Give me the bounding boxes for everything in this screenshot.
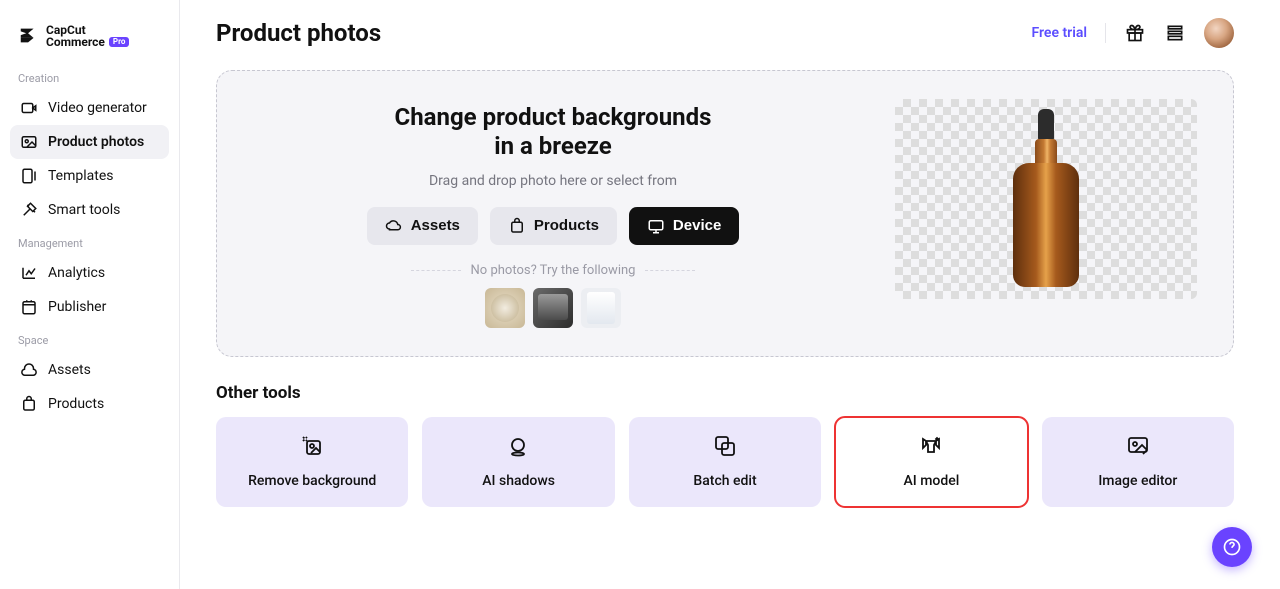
tool-ai-model[interactable]: AI model <box>835 417 1027 507</box>
section-label-creation: Creation <box>10 62 169 91</box>
button-label: Assets <box>411 217 460 234</box>
products-button[interactable]: Products <box>490 207 617 245</box>
device-button[interactable]: Device <box>629 207 739 245</box>
section-label-space: Space <box>10 324 169 353</box>
main: Product photos Free trial Change product… <box>180 0 1280 589</box>
brand-badge: Pro <box>109 37 129 47</box>
stack-icon[interactable] <box>1164 22 1186 44</box>
separator <box>1105 23 1106 43</box>
sidebar-item-publisher[interactable]: Publisher <box>10 290 169 324</box>
hero-subtitle: Drag and drop photo here or select from <box>429 173 677 189</box>
sidebar-item-product-photos[interactable]: Product photos <box>10 125 169 159</box>
ai-shadows-icon <box>506 433 532 459</box>
sidebar-item-assets[interactable]: Assets <box>10 353 169 387</box>
sidebar: CapCut Commerce Pro Creation Video gener… <box>0 0 180 589</box>
try-label: No photos? Try the following <box>471 263 636 278</box>
bottle-illustration <box>1011 109 1081 289</box>
sidebar-item-products[interactable]: Products <box>10 387 169 421</box>
assets-button[interactable]: Assets <box>367 207 478 245</box>
tool-ai-shadows[interactable]: AI shadows <box>422 417 614 507</box>
batch-edit-icon <box>712 433 738 459</box>
tool-label: Batch edit <box>693 473 756 489</box>
tool-batch-edit[interactable]: Batch edit <box>629 417 821 507</box>
header: Product photos Free trial <box>216 18 1234 48</box>
assets-icon <box>20 361 38 379</box>
button-label: Products <box>534 217 599 234</box>
capcut-logo-icon <box>18 25 40 47</box>
sidebar-item-label: Product photos <box>48 134 144 150</box>
button-label: Device <box>673 217 721 234</box>
sidebar-item-label: Products <box>48 396 104 412</box>
bag-icon <box>508 217 526 235</box>
upload-hero[interactable]: Change product backgrounds in a breeze D… <box>216 70 1234 357</box>
sidebar-item-label: Publisher <box>48 299 106 315</box>
section-label-management: Management <box>10 227 169 256</box>
image-editor-icon <box>1125 433 1151 459</box>
free-trial-link[interactable]: Free trial <box>1031 25 1087 41</box>
products-icon <box>20 395 38 413</box>
preview-image <box>895 99 1197 299</box>
ai-model-icon <box>918 433 944 459</box>
templates-icon <box>20 167 38 185</box>
divider <box>645 270 695 271</box>
sidebar-item-label: Video generator <box>48 100 147 116</box>
tool-label: Image editor <box>1098 473 1177 489</box>
cloud-icon <box>385 217 403 235</box>
sidebar-item-label: Templates <box>48 168 114 184</box>
sidebar-item-label: Smart tools <box>48 202 120 218</box>
analytics-icon <box>20 264 38 282</box>
sample-laptop[interactable] <box>533 288 573 328</box>
tool-image-editor[interactable]: Image editor <box>1042 417 1234 507</box>
tool-remove-background[interactable]: Remove background <box>216 417 408 507</box>
help-button[interactable] <box>1212 527 1252 567</box>
divider <box>411 270 461 271</box>
other-tools-title: Other tools <box>216 383 1234 403</box>
page-title: Product photos <box>216 19 381 47</box>
sidebar-item-label: Analytics <box>48 265 105 281</box>
brand-logo[interactable]: CapCut Commerce Pro <box>10 18 169 62</box>
smart-tools-icon <box>20 201 38 219</box>
sample-shirt[interactable] <box>581 288 621 328</box>
product-photos-icon <box>20 133 38 151</box>
sidebar-item-templates[interactable]: Templates <box>10 159 169 193</box>
remove-background-icon <box>299 433 325 459</box>
sidebar-item-smart-tools[interactable]: Smart tools <box>10 193 169 227</box>
publisher-icon <box>20 298 38 316</box>
sidebar-item-analytics[interactable]: Analytics <box>10 256 169 290</box>
tools-row: Remove background AI shadows Batch edit … <box>216 417 1234 507</box>
tool-label: AI shadows <box>482 473 555 489</box>
sidebar-item-label: Assets <box>48 362 91 378</box>
avatar[interactable] <box>1204 18 1234 48</box>
hero-title: Change product backgrounds in a breeze <box>383 103 723 161</box>
video-generator-icon <box>20 99 38 117</box>
sample-headphones[interactable] <box>485 288 525 328</box>
tool-label: Remove background <box>248 473 376 489</box>
sidebar-item-video-generator[interactable]: Video generator <box>10 91 169 125</box>
device-icon <box>647 217 665 235</box>
gift-icon[interactable] <box>1124 22 1146 44</box>
brand-line2: Commerce <box>46 36 105 48</box>
tool-label: AI model <box>904 473 960 489</box>
